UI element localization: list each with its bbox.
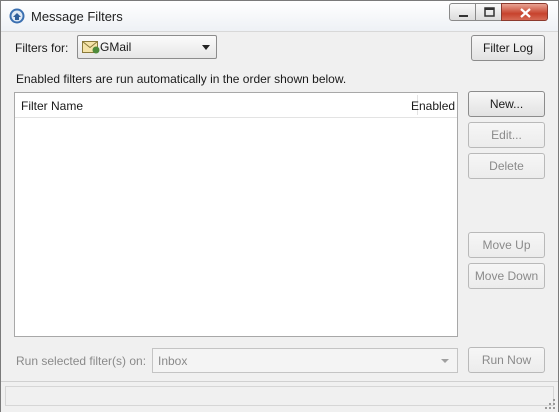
maximize-icon xyxy=(484,7,495,17)
run-folder-select[interactable]: Inbox xyxy=(152,348,458,373)
filter-list[interactable]: Filter Name Enabled xyxy=(14,92,458,337)
run-selected-label: Run selected filter(s) on: xyxy=(16,354,147,368)
mail-account-icon xyxy=(82,41,100,54)
run-now-button[interactable]: Run Now xyxy=(468,347,545,373)
new-filter-button[interactable]: New... xyxy=(468,91,545,117)
filters-hint-text: Enabled filters are run automatically in… xyxy=(16,72,347,86)
move-up-button[interactable]: Move Up xyxy=(468,232,545,258)
selected-account: GMail xyxy=(100,40,132,54)
title-bar[interactable]: Message Filters xyxy=(1,1,558,32)
minimize-icon xyxy=(459,15,468,17)
close-icon xyxy=(520,8,531,18)
minimize-button[interactable] xyxy=(449,3,476,21)
move-down-button[interactable]: Move Down xyxy=(468,263,545,289)
resize-grip-icon[interactable] xyxy=(544,398,556,410)
maximize-button[interactable] xyxy=(475,3,502,21)
chevron-down-icon xyxy=(202,45,210,50)
edit-filter-button[interactable]: Edit... xyxy=(468,122,545,148)
delete-filter-button[interactable]: Delete xyxy=(468,153,545,179)
message-filters-window: Message Filters Filters for: GMail Filte… xyxy=(0,0,559,412)
status-bar xyxy=(1,381,558,412)
chevron-down-icon xyxy=(441,359,449,363)
account-select[interactable]: GMail xyxy=(77,35,217,59)
run-folder-value: Inbox xyxy=(158,354,188,368)
filter-log-button[interactable]: Filter Log xyxy=(471,35,545,61)
status-panel xyxy=(5,386,554,406)
window-title: Message Filters xyxy=(31,9,123,24)
filter-list-header: Filter Name Enabled xyxy=(15,93,457,118)
thunderbird-icon xyxy=(9,8,25,24)
column-filter-name[interactable]: Filter Name xyxy=(21,99,83,113)
close-button[interactable] xyxy=(501,3,548,21)
column-enabled[interactable]: Enabled xyxy=(411,99,455,113)
filters-for-label: Filters for: xyxy=(15,41,69,55)
